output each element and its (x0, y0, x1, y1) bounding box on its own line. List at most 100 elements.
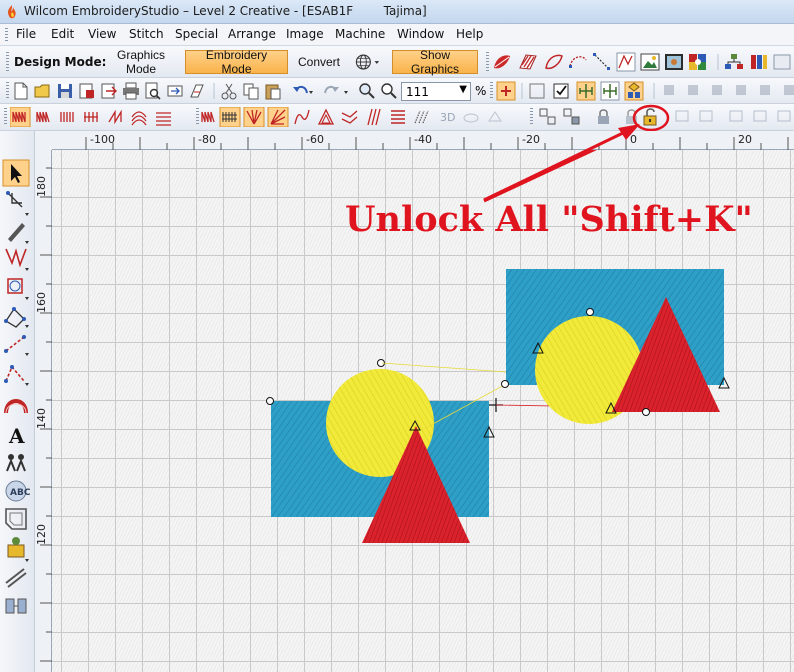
save-as-icon[interactable] (79, 83, 94, 99)
reshape-icon[interactable] (6, 191, 29, 216)
radial-active-icon[interactable] (243, 107, 265, 127)
step-icon[interactable] (84, 112, 98, 122)
reference-point-marker[interactable] (642, 408, 650, 416)
layers-icon[interactable] (624, 81, 644, 101)
lettering-icon[interactable]: A (8, 424, 25, 448)
cut-icon[interactable] (221, 83, 237, 100)
machine-icon[interactable] (7, 537, 29, 562)
ruler-label-v: 180 (35, 176, 48, 197)
cross-stitch-icon[interactable] (108, 109, 122, 125)
tatami-icon[interactable] (60, 112, 74, 122)
open-file-icon[interactable] (34, 84, 50, 98)
pen-icon[interactable] (8, 223, 29, 244)
left-design-group[interactable] (266, 359, 504, 544)
more-icon[interactable] (773, 54, 791, 70)
print-preview-icon[interactable] (145, 82, 161, 100)
menu-image[interactable]: Image (286, 27, 324, 41)
fill-stitch-icon[interactable] (519, 54, 537, 70)
toolbar-grip (490, 82, 493, 100)
wave-fill-icon[interactable] (341, 110, 358, 124)
zigzag-active-icon[interactable] (10, 107, 31, 127)
menu-machine[interactable]: Machine (335, 27, 385, 41)
hierarchy-icon[interactable] (725, 54, 743, 69)
save-icon[interactable] (58, 84, 72, 98)
convert-button[interactable]: Convert (294, 50, 344, 74)
transform-icon[interactable] (7, 278, 29, 300)
satin-arc-icon[interactable] (4, 399, 28, 414)
input-curve-icon[interactable] (4, 365, 29, 386)
stitch-lines-icon[interactable] (5, 568, 27, 588)
thread-icon[interactable] (751, 55, 767, 69)
sew-icon[interactable] (190, 84, 204, 98)
new-file-icon[interactable] (14, 82, 28, 100)
pattern-run-icon[interactable] (367, 108, 381, 126)
reference-point-marker[interactable] (586, 308, 594, 316)
column-stitch-icon[interactable] (616, 52, 636, 72)
menu-edit[interactable]: Edit (51, 27, 74, 41)
input-line-icon[interactable] (4, 335, 29, 356)
show-objects-icon[interactable] (600, 81, 620, 101)
embroidery-mode-button[interactable]: Embroidery Mode (185, 48, 288, 76)
ruler-label-v: 140 (35, 408, 48, 429)
select-arrow-icon[interactable] (2, 159, 30, 187)
zoom-combobox[interactable]: 111 ▼ (401, 82, 471, 101)
design-mode-toolbar: Design Mode: Graphics Mode Embroidery Mo… (0, 46, 794, 78)
right-design-group[interactable] (501, 269, 730, 424)
menu-bar: File Edit View Stitch Special Arrange Im… (0, 24, 794, 46)
open-shape-icon[interactable] (569, 56, 587, 68)
globe-dropdown-button[interactable] (350, 50, 386, 74)
export-icon[interactable] (101, 83, 117, 99)
color-wheel-icon[interactable] (689, 54, 706, 70)
left-toolbox: A ABC (0, 131, 35, 672)
menu-arrange[interactable]: Arrange (228, 27, 276, 41)
appliqué-icon[interactable] (5, 508, 27, 530)
motif-triangle-icon[interactable] (317, 108, 335, 125)
send-to-machine-icon[interactable] (167, 85, 183, 97)
run-stitch-icon[interactable] (593, 53, 610, 70)
stitch-edit-icon[interactable] (5, 248, 29, 271)
reference-point-marker[interactable] (266, 397, 274, 405)
menu-stitch[interactable]: Stitch (129, 27, 164, 41)
stitch-effects-toolbar: 3D (0, 104, 794, 132)
satin-leaf-icon[interactable] (494, 55, 510, 69)
complex-fill-icon[interactable] (545, 54, 563, 70)
copy-icon[interactable] (243, 83, 259, 100)
monogram-people-icon[interactable] (6, 454, 26, 472)
lines-icon[interactable] (391, 110, 405, 124)
print-icon[interactable] (123, 82, 139, 100)
trapunto-icon[interactable] (156, 112, 171, 126)
eye-icon[interactable] (529, 83, 545, 99)
menu-file[interactable]: File (16, 27, 36, 41)
picture-icon[interactable] (640, 53, 660, 71)
wave-icon[interactable] (131, 111, 147, 126)
paste-icon[interactable] (265, 84, 281, 100)
menu-special[interactable]: Special (175, 27, 218, 41)
reference-point-marker[interactable] (501, 380, 509, 388)
branching-icon[interactable] (5, 598, 27, 614)
zoom-icon[interactable] (359, 83, 375, 99)
graphics-mode-button[interactable]: Graphics Mode (98, 48, 184, 76)
fill-active-icon[interactable] (219, 107, 241, 127)
grid-icon[interactable] (496, 81, 516, 101)
show-stitches-icon[interactable] (576, 81, 596, 101)
window-title: Wilcom EmbroideryStudio – Level 2 Creati… (24, 4, 427, 18)
photo-icon[interactable] (665, 54, 683, 70)
menu-help[interactable]: Help (456, 27, 483, 41)
menu-view[interactable]: View (88, 27, 116, 41)
satin-icon[interactable] (36, 111, 50, 123)
digitize-shape-icon[interactable] (4, 307, 29, 328)
chevron-down-icon: ▼ (459, 84, 467, 95)
toolbar-grip (6, 52, 9, 72)
fill-pattern-icon[interactable] (201, 111, 215, 123)
contour-icon[interactable] (294, 109, 310, 125)
zoom-out-icon[interactable] (381, 83, 397, 99)
zoom-unit: % (475, 84, 487, 98)
badge-icon[interactable]: ABC (5, 480, 31, 502)
menu-window[interactable]: Window (397, 27, 444, 41)
redo-icon[interactable] (324, 85, 348, 94)
undo-icon[interactable] (293, 85, 313, 94)
star-active-icon[interactable] (267, 107, 289, 127)
check-icon[interactable] (553, 83, 569, 99)
show-graphics-button[interactable]: Show Graphics (392, 48, 478, 76)
globe-icon (355, 54, 380, 70)
